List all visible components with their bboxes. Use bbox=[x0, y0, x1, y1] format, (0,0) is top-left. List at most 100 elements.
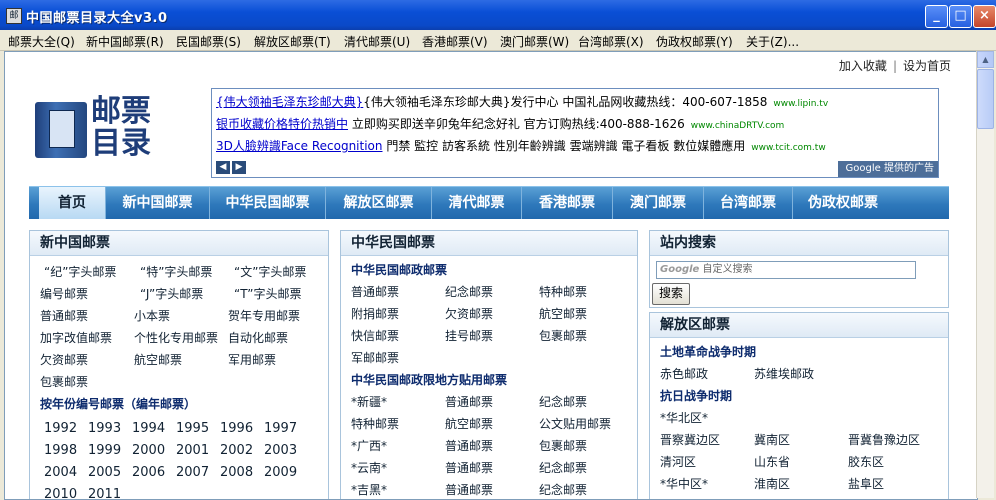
ad-link[interactable]: 3D人臉辨識Face Recognition bbox=[216, 139, 383, 153]
ad-link[interactable]: {伟大领袖毛泽东珍邮大典} bbox=[216, 95, 363, 109]
roc-local-link[interactable]: 纪念邮票 bbox=[539, 459, 587, 476]
menu-item-hongkong[interactable]: 香港邮票(V) bbox=[422, 33, 488, 50]
year-link[interactable]: 2000 bbox=[132, 443, 165, 458]
ad-prev-icon[interactable]: ◀ bbox=[216, 161, 230, 174]
nav-taiwan[interactable]: 台湾邮票 bbox=[704, 187, 793, 219]
scroll-up-icon[interactable]: ▲ bbox=[977, 51, 994, 68]
liberated-link[interactable]: 晋冀鲁豫边区 bbox=[848, 431, 920, 448]
link-j[interactable]: “J”字头邮票 bbox=[140, 285, 203, 302]
search-button[interactable]: 搜索 bbox=[652, 283, 690, 305]
link-personalized[interactable]: 个性化专用邮票 bbox=[134, 329, 218, 346]
year-link[interactable]: 1998 bbox=[44, 443, 77, 458]
menu-item-puppet[interactable]: 伪政权邮票(Y) bbox=[656, 33, 733, 50]
year-link[interactable]: 2011 bbox=[88, 487, 121, 499]
link-booklet[interactable]: 小本票 bbox=[134, 307, 170, 324]
menu-item-liberated[interactable]: 解放区邮票(T) bbox=[254, 33, 331, 50]
link-newyear[interactable]: 贺年专用邮票 bbox=[228, 307, 300, 324]
nav-macau[interactable]: 澳门邮票 bbox=[613, 187, 704, 219]
set-homepage-link[interactable]: 设为首页 bbox=[903, 59, 951, 73]
ad-line-1[interactable]: {伟大领袖毛泽东珍邮大典}{伟大领袖毛泽东珍邮大典}发行中心 中国礼品网收藏热线… bbox=[216, 93, 828, 110]
year-link[interactable]: 2001 bbox=[176, 443, 209, 458]
ad-link[interactable]: 银币收藏价格特价热销中 bbox=[216, 117, 348, 131]
vertical-scrollbar[interactable]: ▲ bbox=[976, 51, 994, 498]
nav-home[interactable]: 首页 bbox=[39, 187, 106, 219]
menu-item-new-china[interactable]: 新中国邮票(R) bbox=[86, 33, 164, 50]
link-te[interactable]: “特”字头邮票 bbox=[140, 263, 212, 280]
roc-local-link[interactable]: 特种邮票 bbox=[351, 415, 399, 432]
roc-link[interactable]: 包裹邮票 bbox=[539, 327, 587, 344]
ad-url[interactable]: www.lipin.tv bbox=[773, 99, 828, 109]
year-link[interactable]: 2005 bbox=[88, 465, 121, 480]
nav-puppet[interactable]: 伪政权邮票 bbox=[793, 187, 893, 219]
link-ji[interactable]: “纪”字头邮票 bbox=[44, 263, 116, 280]
ad-brand-label[interactable]: Google 提供的广告 bbox=[838, 161, 938, 177]
add-favorite-link[interactable]: 加入收藏 bbox=[839, 59, 887, 73]
year-link[interactable]: 1997 bbox=[264, 421, 297, 436]
liberated-link[interactable]: 淮南区 bbox=[754, 475, 790, 492]
year-link[interactable]: 1994 bbox=[132, 421, 165, 436]
link-surcharge[interactable]: 加字改值邮票 bbox=[40, 329, 112, 346]
year-link[interactable]: 2007 bbox=[176, 465, 209, 480]
roc-local-link[interactable]: *云南* bbox=[351, 459, 387, 476]
roc-local-link[interactable]: 普通邮票 bbox=[445, 437, 493, 454]
roc-link[interactable]: 挂号邮票 bbox=[445, 327, 493, 344]
year-link[interactable]: 2010 bbox=[44, 487, 77, 499]
year-link[interactable]: 1999 bbox=[88, 443, 121, 458]
liberated-link[interactable]: 晋察冀边区 bbox=[660, 431, 720, 448]
year-link[interactable]: 1992 bbox=[44, 421, 77, 436]
year-link[interactable]: 1995 bbox=[176, 421, 209, 436]
liberated-link[interactable]: 冀南区 bbox=[754, 431, 790, 448]
search-input[interactable]: Google 自定义搜索 bbox=[656, 261, 916, 279]
close-button[interactable]: × bbox=[973, 5, 996, 28]
year-link[interactable]: 2008 bbox=[220, 465, 253, 480]
roc-local-link[interactable]: *吉黑* bbox=[351, 481, 387, 498]
minimize-button[interactable]: _ bbox=[925, 5, 948, 28]
year-link[interactable]: 1996 bbox=[220, 421, 253, 436]
link-numbered[interactable]: 编号邮票 bbox=[40, 285, 88, 302]
link-wen[interactable]: “文”字头邮票 bbox=[234, 263, 306, 280]
nav-hongkong[interactable]: 香港邮票 bbox=[522, 187, 613, 219]
year-link[interactable]: 2006 bbox=[132, 465, 165, 480]
roc-local-link[interactable]: 公文贴用邮票 bbox=[539, 415, 611, 432]
ad-line-3[interactable]: 3D人臉辨識Face Recognition 門禁 監控 訪客系統 性別年齡辨識… bbox=[216, 137, 826, 154]
year-link[interactable]: 1993 bbox=[88, 421, 121, 436]
year-link[interactable]: 2003 bbox=[264, 443, 297, 458]
ad-next-icon[interactable]: ▶ bbox=[232, 161, 246, 174]
roc-link[interactable]: 普通邮票 bbox=[351, 283, 399, 300]
liberated-link[interactable]: 胶东区 bbox=[848, 453, 884, 470]
year-link[interactable]: 2004 bbox=[44, 465, 77, 480]
roc-local-link[interactable]: 纪念邮票 bbox=[539, 393, 587, 410]
nav-liberated[interactable]: 解放区邮票 bbox=[326, 187, 432, 219]
roc-link[interactable]: 快信邮票 bbox=[351, 327, 399, 344]
roc-link[interactable]: 特种邮票 bbox=[539, 283, 587, 300]
link-automation[interactable]: 自动化邮票 bbox=[228, 329, 288, 346]
liberated-link[interactable]: *华中区* bbox=[660, 475, 708, 492]
menu-item-taiwan[interactable]: 台湾邮票(X) bbox=[578, 33, 644, 50]
liberated-link[interactable]: 清河区 bbox=[660, 453, 696, 470]
nav-new-china[interactable]: 新中国邮票 bbox=[106, 187, 210, 219]
menu-item-qing[interactable]: 清代邮票(U) bbox=[344, 33, 410, 50]
nav-qing[interactable]: 清代邮票 bbox=[432, 187, 522, 219]
roc-local-link[interactable]: 普通邮票 bbox=[445, 481, 493, 498]
region-label[interactable]: *华北区* bbox=[660, 409, 708, 426]
roc-link[interactable]: 军邮邮票 bbox=[351, 349, 399, 366]
window-titlebar[interactable]: 邮 中国邮票目录大全v3.0 _ □ × bbox=[0, 0, 996, 30]
roc-local-link[interactable]: 包裹邮票 bbox=[539, 437, 587, 454]
roc-link[interactable]: 附捐邮票 bbox=[351, 305, 399, 322]
year-link[interactable]: 2009 bbox=[264, 465, 297, 480]
link-t[interactable]: “T”字头邮票 bbox=[234, 285, 302, 302]
roc-local-link[interactable]: 普通邮票 bbox=[445, 393, 493, 410]
liberated-link[interactable]: 赤色邮政 bbox=[660, 365, 708, 382]
scroll-thumb[interactable] bbox=[977, 69, 994, 129]
link-regular[interactable]: 普通邮票 bbox=[40, 307, 88, 324]
site-logo[interactable]: 邮票 目录 bbox=[33, 94, 193, 164]
menu-item-macau[interactable]: 澳门邮票(W) bbox=[500, 33, 569, 50]
link-parcel[interactable]: 包裹邮票 bbox=[40, 373, 88, 390]
ad-url[interactable]: www.chinaDRTV.com bbox=[691, 121, 785, 131]
menu-item-about[interactable]: 关于(Z)... bbox=[746, 33, 799, 50]
liberated-link[interactable]: 盐阜区 bbox=[848, 475, 884, 492]
roc-local-link[interactable]: 航空邮票 bbox=[445, 415, 493, 432]
link-postage-due[interactable]: 欠资邮票 bbox=[40, 351, 88, 368]
roc-local-link[interactable]: 普通邮票 bbox=[445, 459, 493, 476]
ad-url[interactable]: www.tcit.com.tw bbox=[751, 143, 825, 153]
